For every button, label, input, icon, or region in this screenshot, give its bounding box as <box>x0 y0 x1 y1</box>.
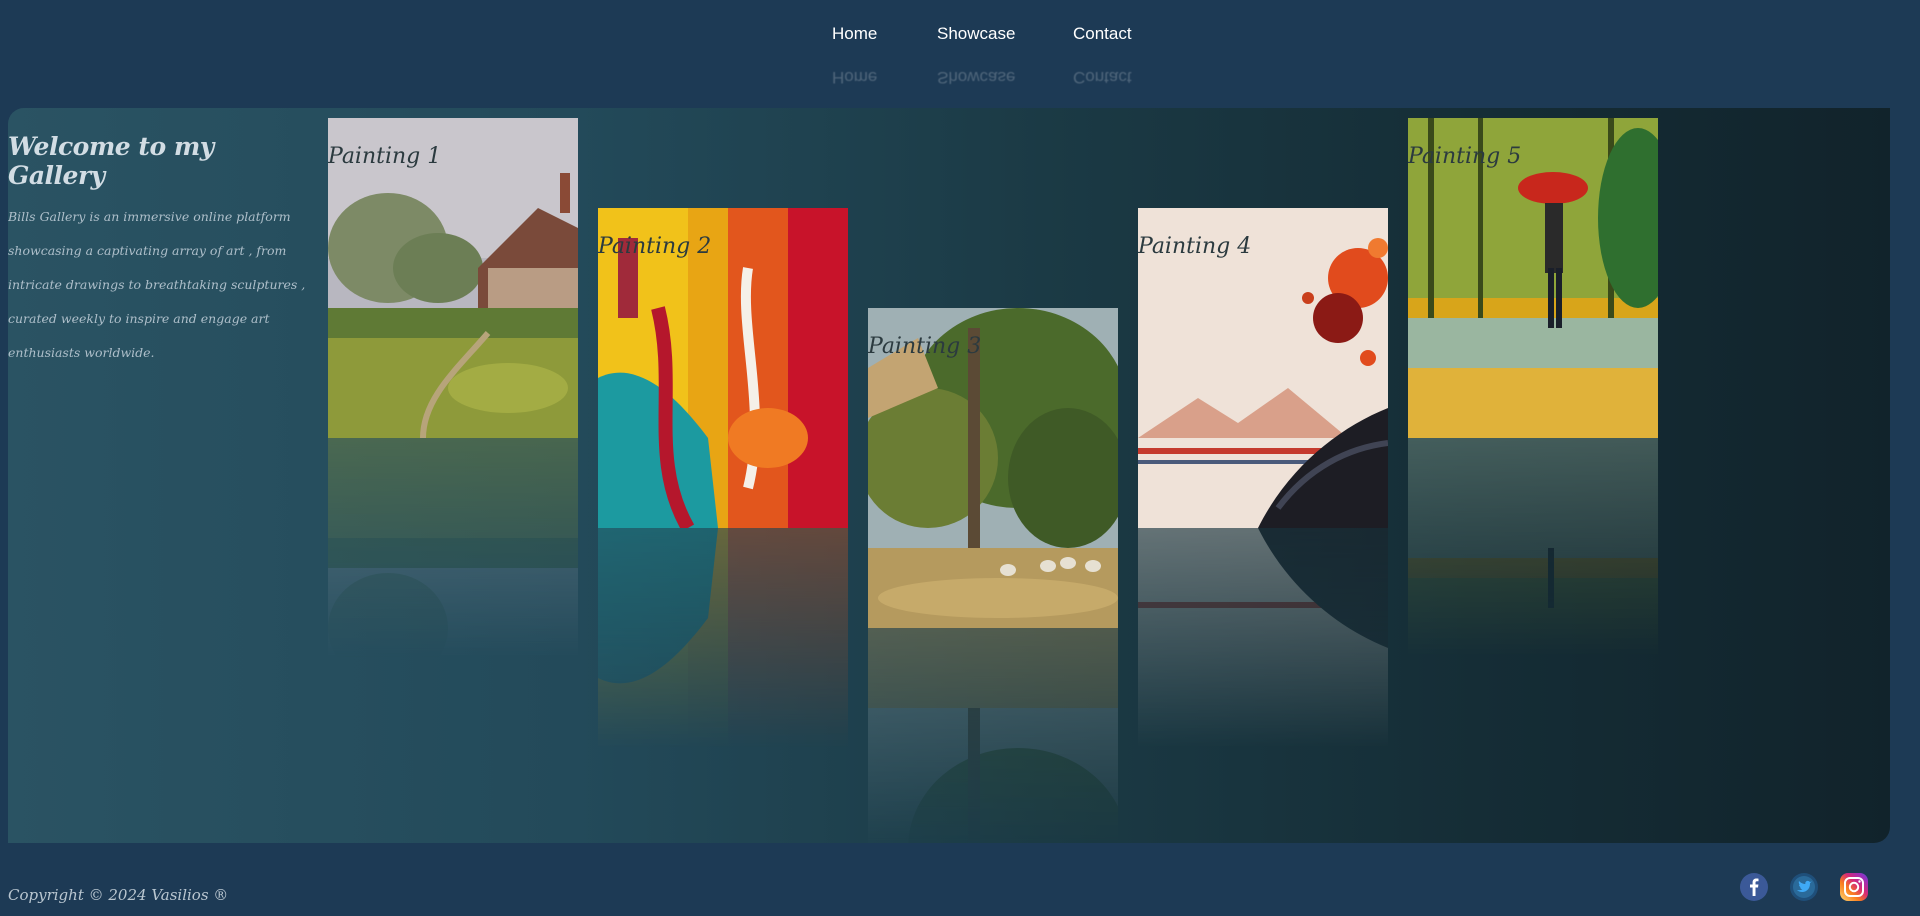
painting-5-label: Painting 5 <box>1408 144 1522 169</box>
nav-home[interactable]: Home <box>832 24 877 44</box>
twitter-icon[interactable] <box>1789 872 1819 902</box>
painting-card-3[interactable]: Painting 3 <box>868 308 1118 843</box>
painting-3-label: Painting 3 <box>868 334 982 359</box>
nav-showcase-reflection: Showcase <box>937 68 1016 87</box>
painting-5-reflection <box>1408 438 1658 698</box>
painting-2-reflection <box>598 528 848 788</box>
painting-card-2[interactable]: Painting 2 <box>598 208 848 788</box>
painting-4-label: Painting 4 <box>1138 234 1252 259</box>
painting-card-1[interactable]: Painting 1 <box>328 118 578 698</box>
nav-contact-reflection: Contact <box>1073 68 1132 87</box>
painting-2-image: Painting 2 <box>598 208 848 528</box>
painting-1-image: Painting 1 <box>328 118 578 438</box>
painting-2-label: Painting 2 <box>598 234 712 259</box>
nav-contact[interactable]: Contact <box>1073 24 1132 44</box>
nav-home-reflection: Home <box>832 68 878 87</box>
painting-1-label: Painting 1 <box>328 144 442 169</box>
painting-4-reflection <box>1138 528 1388 788</box>
painting-4-image: Painting 4 <box>1138 208 1388 528</box>
facebook-icon[interactable] <box>1739 872 1769 902</box>
painting-3-image: Painting 3 <box>868 308 1118 628</box>
welcome-title: Welcome to my Gallery <box>8 132 214 190</box>
instagram-icon[interactable] <box>1839 872 1869 902</box>
painting-3-reflection <box>868 628 1118 843</box>
painting-card-5[interactable]: Painting 5 <box>1408 118 1658 698</box>
painting-5-image: Painting 5 <box>1408 118 1658 438</box>
top-nav: Home Showcase Contact Home Showcase Cont… <box>0 0 1920 108</box>
nav-showcase[interactable]: Showcase <box>937 24 1015 44</box>
copyright: Copyright © 2024 Vasilios ® <box>8 886 229 904</box>
painting-card-4[interactable]: Painting 4 <box>1138 208 1388 788</box>
gallery-panel: Welcome to my Gallery Bills Gallery is a… <box>8 108 1890 843</box>
welcome-description: Bills Gallery is an immersive online pla… <box>8 209 306 360</box>
painting-1-reflection <box>328 438 578 698</box>
